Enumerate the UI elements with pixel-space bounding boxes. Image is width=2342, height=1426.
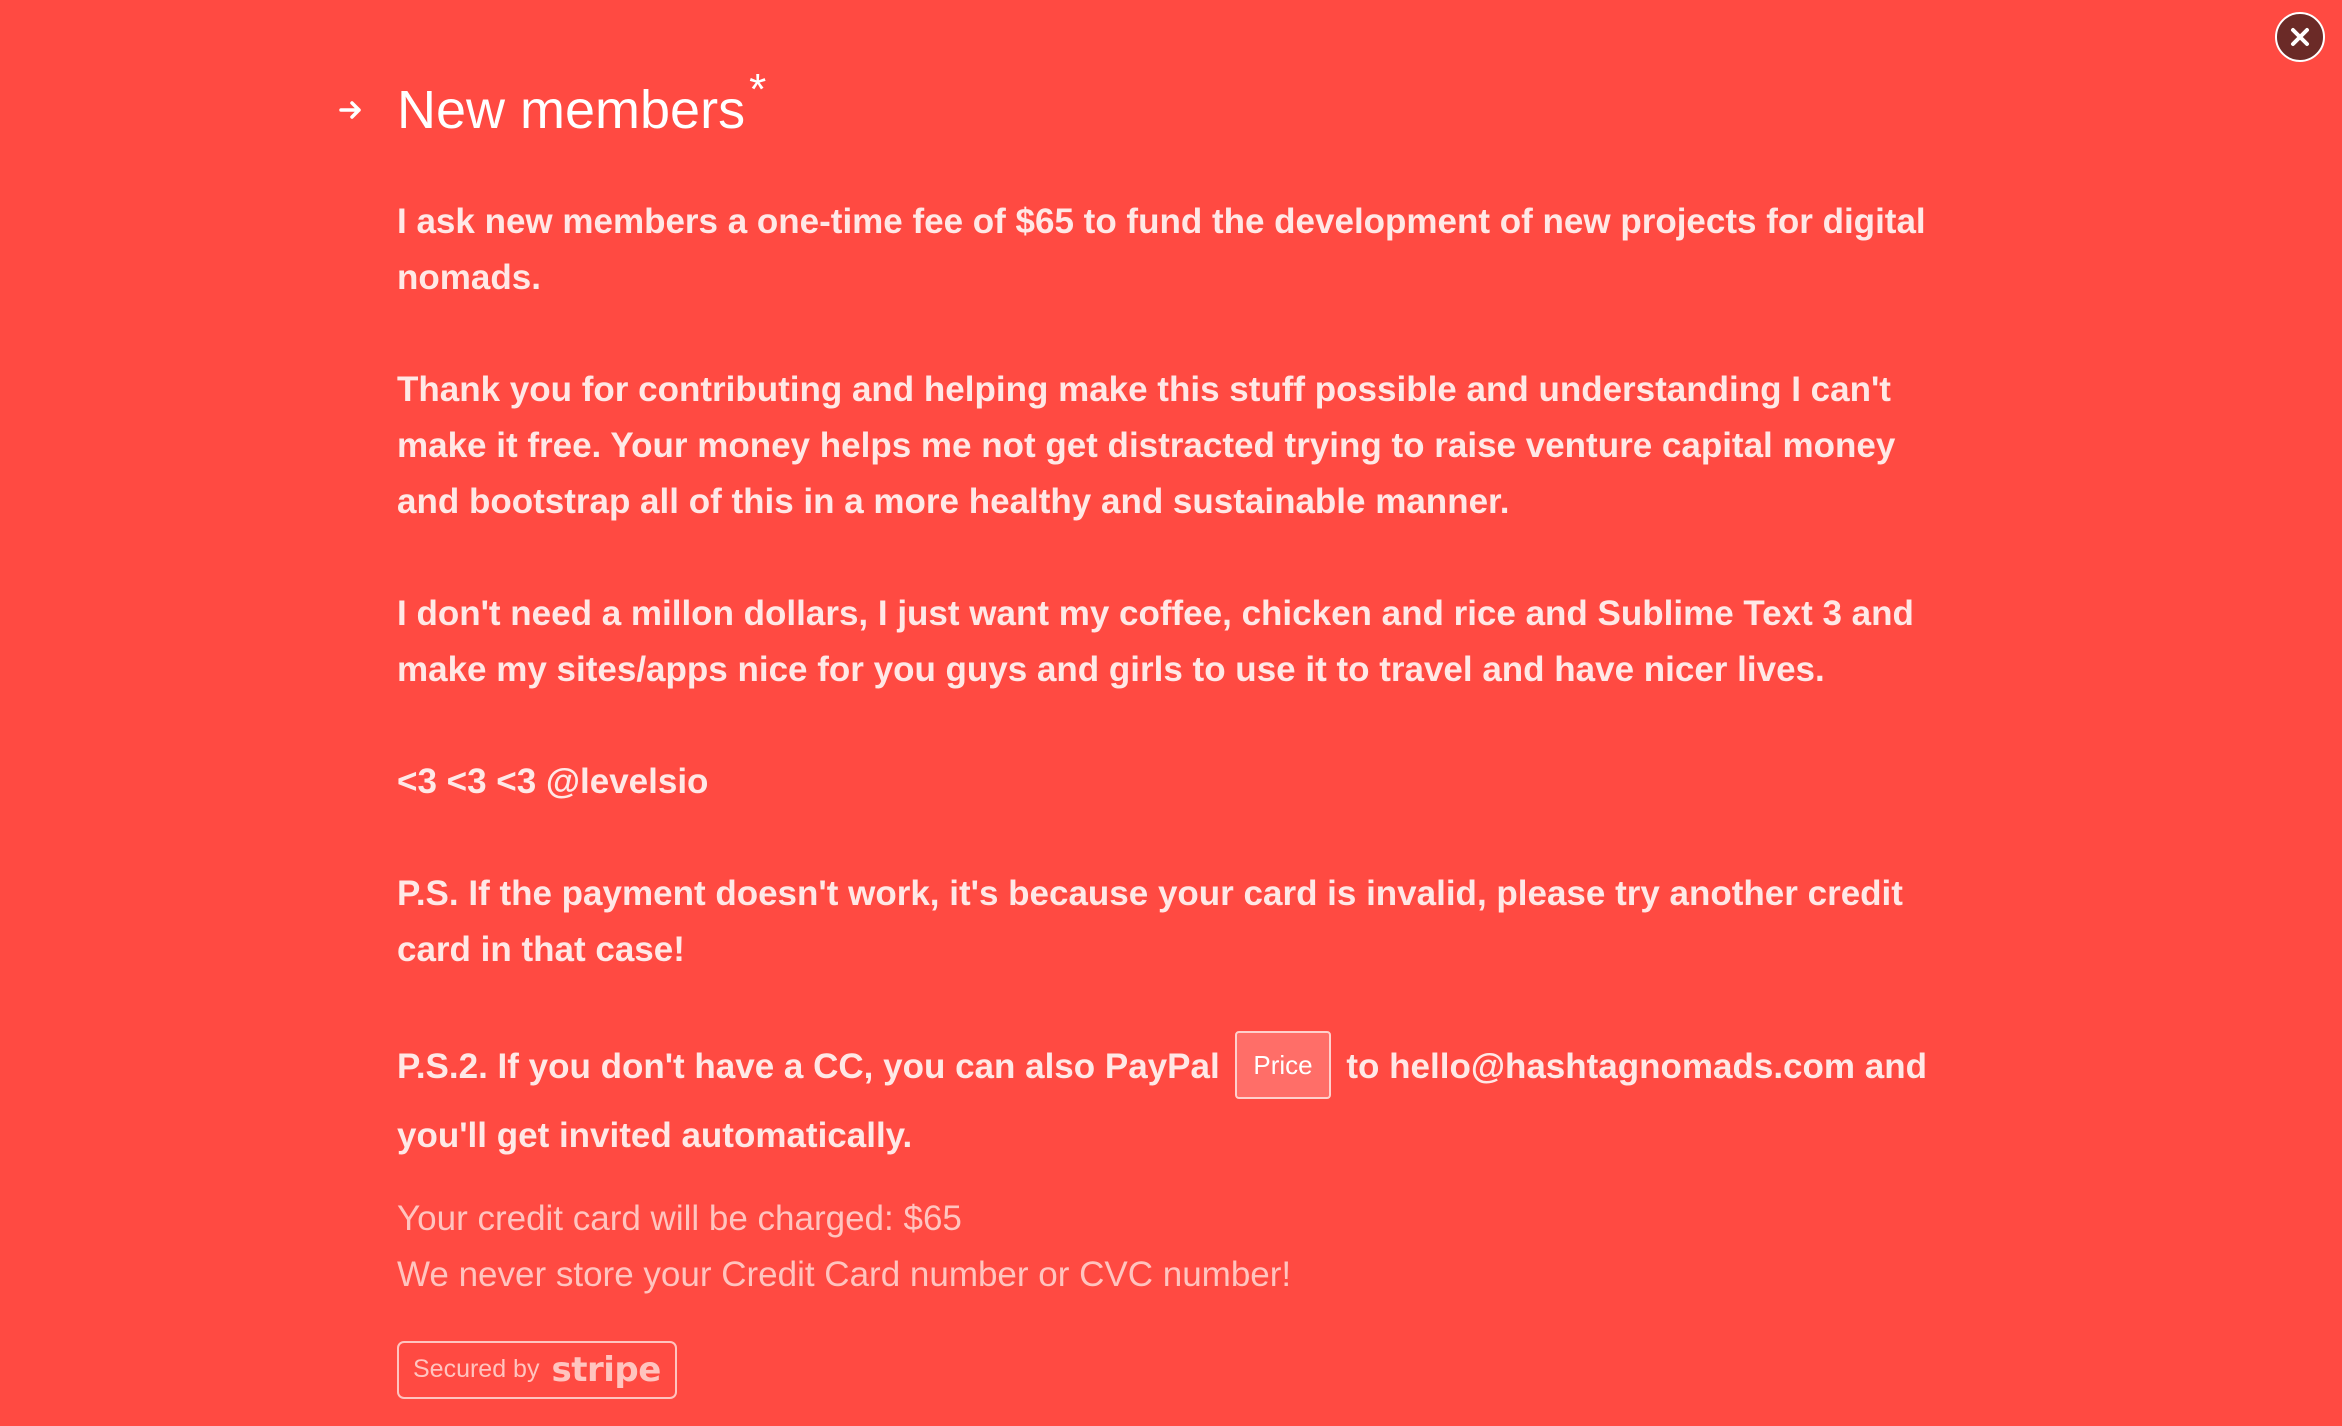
motivation-paragraph: I don't need a millon dollars, I just wa… <box>397 594 1914 689</box>
page-title: New members* <box>397 65 766 154</box>
signature-paragraph: <3 <3 <3 @levelsio <box>397 762 709 801</box>
thanks-paragraph: Thank you for contributing and helping m… <box>397 370 1896 521</box>
arrow-right-icon <box>339 101 361 119</box>
section-heading: New members* <box>339 65 1957 150</box>
fee-paragraph: I ask new members a one-time fee of $65 … <box>397 202 1926 297</box>
paypal-paragraph: P.S.2. If you don't have a CC, you can a… <box>397 1030 1957 1169</box>
stripe-logo: stripe <box>551 1349 661 1390</box>
title-text: New members <box>397 80 746 140</box>
new-members-modal: New members* I ask new members a one-tim… <box>0 0 2342 1426</box>
stripe-secured-label: Secured by <box>413 1355 540 1384</box>
close-icon <box>2291 28 2309 46</box>
charge-note: Your credit card will be charged: $65 <box>397 1198 962 1238</box>
modal-content: New members* I ask new members a one-tim… <box>339 65 1957 1399</box>
paypal-text-before: P.S.2. If you don't have a CC, you can a… <box>397 1047 1220 1086</box>
stripe-badge[interactable]: Secured by stripe <box>397 1340 677 1399</box>
payment-ps-paragraph: P.S. If the payment doesn't work, it's b… <box>397 874 1903 969</box>
price-button[interactable]: Price <box>1235 1030 1331 1099</box>
message-body: I ask new members a one-time fee of $65 … <box>397 194 1957 1169</box>
close-button[interactable] <box>2275 12 2325 62</box>
storage-note: We never store your Credit Card number o… <box>397 1254 1292 1294</box>
title-asterisk: * <box>749 65 767 114</box>
